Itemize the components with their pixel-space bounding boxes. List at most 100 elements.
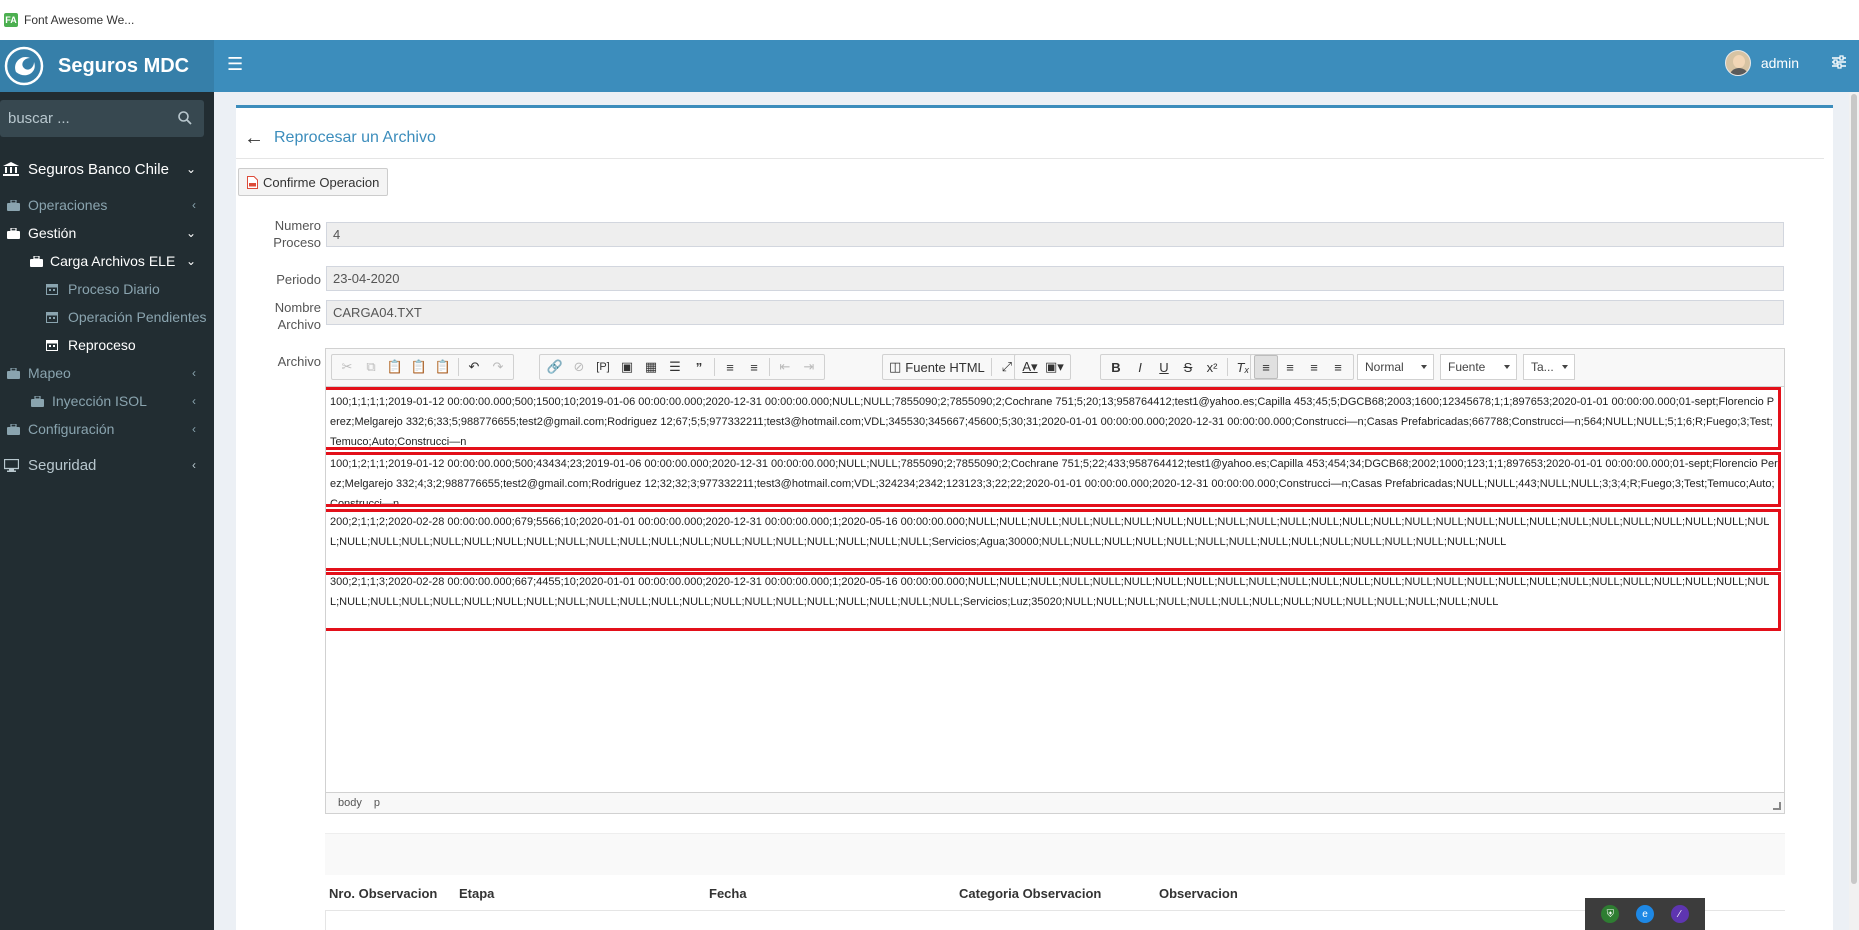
toolbar-separator: [458, 358, 459, 376]
sidebar-item-configuracion[interactable]: Configuración ‹: [0, 415, 214, 443]
periodo-label: Periodo: [276, 272, 321, 287]
sidebar-item-reproceso[interactable]: Reproceso: [0, 331, 214, 359]
file-record-line: 100;1;1;1;1;2019-01-12 00:00:00.000;500;…: [330, 396, 1775, 448]
observations-table-header: Nro. Observacion Etapa Fecha Categoria O…: [325, 881, 1785, 911]
sidebar-toggle-icon[interactable]: ☰: [227, 54, 243, 75]
editor-content-area[interactable]: 100;1;1;1;1;2019-01-12 00:00:00.000;500;…: [326, 387, 1784, 794]
align-center-icon[interactable]: ≡: [1278, 355, 1302, 379]
chevron-left-icon: ‹: [192, 394, 196, 408]
system-tray: ⛨ e ∕: [1585, 898, 1705, 930]
search-icon[interactable]: [178, 111, 192, 125]
redo-icon[interactable]: ↷: [486, 355, 510, 379]
briefcase-icon: [4, 227, 22, 239]
undo-icon[interactable]: ↶: [462, 355, 486, 379]
sliders-icon[interactable]: [1831, 55, 1847, 69]
align-left-icon[interactable]: ≡: [1254, 355, 1278, 379]
chevron-down-icon: ⌄: [185, 254, 196, 268]
document-icon: ◫: [889, 359, 902, 374]
dropdown-arrow-icon: [1562, 365, 1568, 369]
font-select[interactable]: Fuente: [1440, 354, 1517, 380]
bold-icon[interactable]: B: [1104, 355, 1128, 379]
sidebar-item-mapeo[interactable]: Mapeo ‹: [0, 359, 214, 387]
copy-icon[interactable]: ⧉: [359, 355, 383, 379]
sidebar-item-operaciones[interactable]: Operaciones ‹: [0, 191, 214, 219]
sidebar-item-seguridad[interactable]: Seguridad ‹: [0, 447, 214, 483]
search-input[interactable]: [0, 100, 170, 137]
calendar-icon: [44, 339, 60, 351]
image-icon[interactable]: ▣: [615, 355, 639, 379]
column-categoria-observacion[interactable]: Categoria Observacion: [959, 886, 1101, 901]
briefcase-icon: [28, 395, 46, 407]
cut-icon[interactable]: ✂: [335, 355, 359, 379]
format-select[interactable]: Normal: [1357, 354, 1434, 380]
column-etapa[interactable]: Etapa: [459, 886, 494, 901]
superscript-icon[interactable]: x²: [1200, 355, 1224, 379]
sidebar-item-proceso-diario[interactable]: Proceso Diario: [0, 275, 214, 303]
toolbar-separator: [990, 358, 992, 376]
sidebar-item-carga-archivos-ele[interactable]: Carga Archivos ELE ⌄: [0, 247, 214, 275]
observations-table-body: [325, 911, 1785, 930]
calendar-icon: [44, 311, 60, 323]
align-right-icon[interactable]: ≡: [1302, 355, 1326, 379]
toolbar-separator: [769, 358, 770, 376]
periodo-field[interactable]: 23-04-2020: [326, 266, 1784, 291]
paste-icon[interactable]: 📋: [383, 355, 407, 379]
file-record-line: 300;2;1;1;3;2020-02-28 00:00:00.000;667;…: [330, 576, 1770, 608]
logo-swirl-icon: [4, 46, 44, 86]
toolbar-group-align: ≡ ≡ ≡ ≡: [1250, 354, 1354, 380]
app-logo[interactable]: Seguros MDC: [0, 40, 214, 92]
paste-word-icon[interactable]: 📋: [431, 355, 455, 379]
font-size-select[interactable]: Ta...: [1523, 354, 1575, 380]
editor-element-path: body p: [326, 792, 1784, 813]
path-p[interactable]: p: [374, 797, 380, 809]
scrollbar-thumb[interactable]: [1851, 94, 1857, 884]
source-html-button[interactable]: ◫ Fuente HTML: [886, 355, 988, 379]
column-observacion[interactable]: Observacion: [1159, 886, 1238, 901]
indent-icon[interactable]: ⇥: [797, 355, 821, 379]
unlink-icon[interactable]: ⊘: [567, 355, 591, 379]
numero-proceso-field[interactable]: 4: [326, 222, 1784, 247]
dropdown-arrow-icon: [1504, 365, 1510, 369]
main-box: ← Reprocesar un Archivo Confirme Operaci…: [236, 105, 1833, 930]
align-justify-icon[interactable]: ≡: [1326, 355, 1350, 379]
path-body[interactable]: body: [338, 797, 362, 809]
toolbar-group-colors: A▾ ▣▾: [1014, 354, 1071, 380]
column-nro-observacion[interactable]: Nro. Observacion: [329, 886, 437, 901]
toolbar-group-basicstyles: B I U S x² Tₓ: [1100, 354, 1259, 380]
calendar-icon: [44, 283, 60, 295]
column-fecha[interactable]: Fecha: [709, 886, 747, 901]
browser-e-icon[interactable]: e: [1635, 905, 1654, 923]
paste-text-icon[interactable]: 📋: [407, 355, 431, 379]
sidebar-item-operacion-pendientes[interactable]: Operación Pendientes: [0, 303, 214, 331]
italic-icon[interactable]: I: [1128, 355, 1152, 379]
outdent-icon[interactable]: ⇤: [773, 355, 797, 379]
resize-handle-icon[interactable]: [1773, 802, 1781, 810]
dropdown-arrow-icon: [1421, 365, 1427, 369]
shield-icon[interactable]: ⛨: [1601, 905, 1620, 923]
sidebar-item-inyeccion-isol[interactable]: Inyección ISOL ‹: [0, 387, 214, 415]
link-icon[interactable]: 🔗: [543, 355, 567, 379]
nombre-archivo-field[interactable]: CARGA04.TXT: [326, 300, 1784, 325]
sidebar-item-seguros-banco-chile[interactable]: Seguros Banco Chile ⌄: [0, 151, 214, 187]
page-scrollbar[interactable]: [1849, 92, 1859, 930]
desktop-icon: [2, 458, 20, 472]
user-menu[interactable]: admin: [1724, 50, 1799, 76]
file-record-line: 200;2;1;1;2;2020-02-28 00:00:00.000;679;…: [330, 516, 1770, 548]
pen-icon[interactable]: ∕: [1670, 905, 1689, 923]
strikethrough-icon[interactable]: S: [1176, 355, 1200, 379]
blockquote-icon[interactable]: ”: [687, 355, 711, 379]
bulleted-list-icon[interactable]: ≡: [742, 355, 766, 379]
underline-icon[interactable]: U: [1152, 355, 1176, 379]
browser-tab-title[interactable]: Font Awesome We...: [24, 13, 134, 27]
file-record-line: 100;1;2;1;1;2019-01-12 00:00:00.000;500;…: [330, 458, 1778, 510]
text-color-icon[interactable]: A▾: [1018, 355, 1042, 379]
paragraph-tag-icon[interactable]: [P]: [591, 355, 615, 379]
table-icon[interactable]: ▦: [639, 355, 663, 379]
numbered-list-icon[interactable]: ≡: [718, 355, 742, 379]
back-arrow-icon[interactable]: ←: [244, 128, 264, 148]
chevron-left-icon: ‹: [192, 366, 196, 380]
background-color-icon[interactable]: ▣▾: [1042, 355, 1067, 379]
horizontal-line-icon[interactable]: ☰: [663, 355, 687, 379]
confirm-operation-button[interactable]: Confirme Operacion: [238, 168, 389, 196]
sidebar-item-gestion[interactable]: Gestión ⌄: [0, 219, 214, 247]
